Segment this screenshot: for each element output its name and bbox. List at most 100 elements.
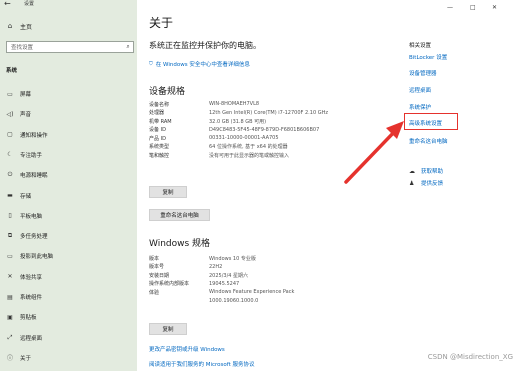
service-agreement-link[interactable]: 阅读适用于我们服务的 Microsoft 服务协议 bbox=[149, 360, 255, 368]
sidebar-item-label: 剪贴板 bbox=[20, 315, 37, 322]
spec-key: 系统类型 bbox=[149, 144, 170, 151]
close-icon[interactable]: ✕ bbox=[492, 4, 497, 11]
sidebar-item[interactable]: ▭ 投影到此电脑 bbox=[0, 250, 137, 262]
sidebar-item-label: 屏幕 bbox=[20, 92, 32, 98]
get-help-label: 获取帮助 bbox=[421, 169, 444, 175]
spec-row: 笔和触控 没有可用于此显示器的笔或触控输入 bbox=[149, 151, 328, 160]
shield-icon: ⛉ bbox=[149, 61, 153, 67]
sidebar-item[interactable]: ▤ 系统组件 bbox=[0, 291, 137, 303]
security-center-link[interactable]: ⛉ 在 Windows 安全中心中查看详细信息 bbox=[149, 60, 250, 68]
sidebar-item[interactable]: ◁) 声音 bbox=[0, 108, 137, 120]
search-icon: ⌕ bbox=[126, 43, 130, 50]
feedback-label: 提供反馈 bbox=[421, 181, 444, 187]
spec-row: 版本 Windows 10 专业版 bbox=[149, 254, 294, 263]
spec-key: 版本号 bbox=[149, 264, 165, 271]
device-spec-table: 设备名称 WIN-8HOMAEH7VL8 处理器 12th Gen Intel(R) … bbox=[149, 100, 328, 160]
sidebar-item[interactable]: ⏻ 电源和睡眠 bbox=[0, 169, 137, 181]
spec-value: 12th Gen Intel(R) Core(TM) i7-12700F 2.1… bbox=[209, 109, 328, 116]
sidebar-item[interactable]: ⤢ 远程桌面 bbox=[0, 332, 137, 344]
sidebar-item[interactable]: ⧉ 多任务处理 bbox=[0, 230, 137, 242]
sidebar: ← 设置 ⌂ 主页 查找设置 ⌕ 系统 ▭ 屏幕 ◁) 声音 ▢ 通知和操作 ☾ 专注助手 ⏻ 电… bbox=[0, 0, 137, 371]
copy-button-windows[interactable]: 复制 bbox=[149, 323, 187, 335]
spec-value: D49C8483-5F45-48F9-879D-F6801B606B07 bbox=[209, 126, 320, 133]
help-icon: ☁ bbox=[409, 167, 415, 175]
windows-spec-table: 版本 Windows 10 专业版 版本号 22H2 安装日期 2025/3/4 星期六操… bbox=[149, 254, 294, 305]
sidebar-item-icon: ▬ bbox=[7, 192, 13, 199]
sidebar-item[interactable]: ▬ 存储 bbox=[0, 190, 137, 202]
sidebar-item-icon: ⓘ bbox=[6, 355, 13, 363]
sidebar-item[interactable]: ▣ 剪贴板 bbox=[0, 311, 137, 323]
spec-value: 1000.19060.1000.0 bbox=[209, 297, 259, 304]
related-settings-heading: 相关设置 bbox=[409, 43, 432, 49]
back-arrow-icon[interactable]: ← bbox=[4, 0, 11, 8]
spec-row: 操作系统内部版本 19045.5247 bbox=[149, 280, 294, 289]
maximize-icon[interactable]: □ bbox=[470, 4, 476, 11]
feedback-icon: ♟ bbox=[409, 179, 415, 187]
search-placeholder: 查找设置 bbox=[11, 45, 34, 51]
sidebar-item-label: 声音 bbox=[20, 112, 32, 119]
related-link[interactable]: 远程桌面 bbox=[409, 86, 431, 94]
related-link[interactable]: BitLocker 设置 bbox=[409, 53, 447, 61]
related-link[interactable]: 设备管理器 bbox=[409, 69, 437, 77]
spec-row: 体验 Windows Feature Experience Pack bbox=[149, 288, 294, 297]
spec-key: 产品 ID bbox=[149, 135, 166, 142]
sidebar-item-icon: ⤢ bbox=[7, 333, 13, 341]
search-input[interactable]: 查找设置 ⌕ bbox=[6, 41, 134, 53]
section-heading-system: 系统 bbox=[6, 68, 18, 74]
spec-value: WIN-8HOMAEH7VL8 bbox=[209, 101, 260, 108]
sidebar-item-icon: ▢ bbox=[7, 131, 13, 139]
spec-key: 安装日期 bbox=[149, 272, 170, 279]
spec-row: 1000.19060.1000.0 bbox=[149, 297, 294, 306]
rename-pc-button[interactable]: 重命名这台电脑 bbox=[149, 209, 210, 221]
related-link[interactable]: 系统保护 bbox=[409, 103, 431, 111]
spec-value: 2025/3/4 星期六 bbox=[209, 272, 249, 279]
sidebar-item-label: 远程桌面 bbox=[20, 335, 43, 342]
title-bar: ← 设置 bbox=[0, 0, 137, 10]
sidebar-item-label: 电源和睡眠 bbox=[20, 173, 48, 180]
sidebar-item-label: 平板电脑 bbox=[20, 213, 43, 220]
sidebar-item-icon: ▭ bbox=[7, 90, 13, 98]
spec-key: 体验 bbox=[149, 289, 160, 296]
watermark: CSDN @Misdirection_XG bbox=[427, 353, 513, 361]
spec-row: 安装日期 2025/3/4 星期六 bbox=[149, 271, 294, 280]
get-help-link[interactable]: ☁ 获取帮助 bbox=[409, 167, 444, 176]
sidebar-item[interactable]: ☾ 专注助手 bbox=[0, 149, 137, 161]
spec-row: 设备名称 WIN-8HOMAEH7VL8 bbox=[149, 100, 328, 109]
spec-value: Windows 10 专业版 bbox=[209, 255, 256, 262]
sidebar-item-label: 系统组件 bbox=[20, 295, 43, 301]
sidebar-item-label: 多任务处理 bbox=[20, 234, 48, 241]
windows-spec-heading: Windows 规格 bbox=[149, 239, 211, 249]
feedback-link[interactable]: ♟ 提供反馈 bbox=[409, 179, 444, 188]
change-product-key-link[interactable]: 更改产品密钥或升级 Windows bbox=[149, 345, 225, 353]
spec-value: 22H2 bbox=[209, 263, 223, 270]
spec-value: 32.0 GB (31.8 GB 可用) bbox=[209, 118, 267, 125]
sidebar-item-label: 通知和操作 bbox=[20, 132, 48, 139]
sidebar-item-icon: ▭ bbox=[7, 252, 13, 260]
spec-key: 设备 ID bbox=[149, 127, 166, 134]
protect-heading: 系统正在监控并保护你的电脑。 bbox=[149, 41, 261, 50]
sidebar-item-icon: ◁) bbox=[6, 110, 14, 118]
spec-value: 64 位操作系统, 基于 x64 的处理器 bbox=[209, 144, 288, 151]
device-spec-heading: 设备规格 bbox=[149, 87, 186, 97]
spec-value: 19045.5247 bbox=[209, 280, 240, 287]
spec-row: 处理器 12th Gen Intel(R) Core(TM) i7-12700F … bbox=[149, 109, 328, 118]
sidebar-item[interactable]: ▯ 平板电脑 bbox=[0, 210, 137, 222]
home-label: 主页 bbox=[20, 23, 33, 31]
copy-button[interactable]: 复制 bbox=[149, 186, 187, 198]
spec-key: 机带 RAM bbox=[149, 118, 172, 125]
minimize-icon[interactable]: — bbox=[447, 4, 453, 11]
sidebar-item[interactable]: ✕ 体验共享 bbox=[0, 271, 137, 283]
sidebar-item[interactable]: ▢ 通知和操作 bbox=[0, 129, 137, 141]
related-link[interactable]: 重命名这台电脑 bbox=[409, 137, 448, 145]
sidebar-item-label: 关于 bbox=[20, 355, 32, 362]
sidebar-item-icon: ▯ bbox=[8, 212, 12, 220]
sidebar-item[interactable]: ▭ 屏幕 bbox=[0, 88, 137, 100]
spec-value: 00331-10000-00001-AA705 bbox=[209, 135, 279, 142]
sidebar-item-icon: ▣ bbox=[7, 313, 13, 321]
spec-value: Windows Feature Experience Pack bbox=[209, 289, 295, 296]
app-title: 设置 bbox=[24, 1, 35, 7]
sidebar-item[interactable]: ⓘ 关于 bbox=[0, 352, 137, 364]
sidebar-item-label: 存储 bbox=[20, 193, 32, 200]
spec-key: 笔和触控 bbox=[149, 152, 170, 159]
sidebar-item-home[interactable]: ⌂ 主页 bbox=[0, 20, 137, 32]
